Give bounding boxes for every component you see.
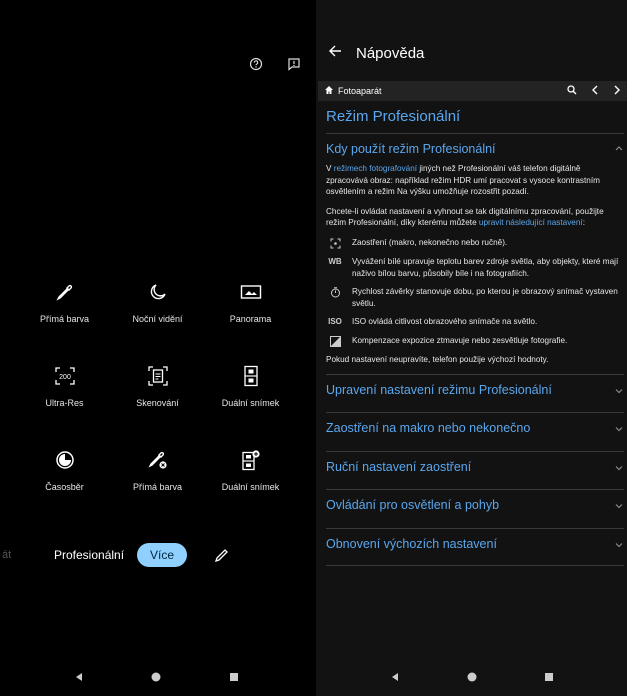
mode-ultra-res[interactable]: 200 Ultra-Res — [18, 362, 111, 426]
camera-panel: Přímá barva Noční vidění Panorama 200 Ul… — [0, 0, 313, 696]
help-article: Režim Profesionální Kdy použít režim Pro… — [326, 104, 624, 567]
edit-icon[interactable] — [214, 547, 232, 565]
mode-label: Ultra-Res — [45, 398, 84, 408]
accordion-osvetleni-pohyb[interactable]: Ovládání pro osvětlení a pohyb — [326, 489, 624, 528]
list-item: WB Vyvážení bílé upravuje teplotu barev … — [326, 256, 624, 279]
mode-label: Časosběr — [45, 482, 84, 492]
help-header: Nápověda — [328, 44, 424, 63]
camera-top-icons — [248, 56, 302, 72]
page-title: Nápověda — [356, 45, 425, 62]
accordion-rucni-zaostreni[interactable]: Ruční nastavení zaostření — [326, 450, 624, 490]
help-icon[interactable] — [248, 56, 264, 72]
wb-icon: WB — [328, 256, 342, 266]
chevron-down-icon — [614, 383, 624, 401]
mode-label: Přímá barva — [132, 482, 183, 492]
chevron-down-icon — [614, 537, 624, 555]
chevron-left-icon[interactable] — [591, 82, 599, 100]
article-heading: Režim Profesionální — [326, 104, 624, 134]
mode-prima-barva[interactable]: Přímá barva — [18, 278, 111, 342]
mode-nocni-videni[interactable]: Noční vidění — [111, 278, 204, 342]
mode-tab-vice[interactable]: Více — [137, 543, 187, 567]
section-title: Kdy použít režim Profesionální — [326, 142, 496, 156]
mode-label: Duální snímek — [221, 482, 280, 492]
mode-label: Panorama — [229, 314, 272, 324]
list-item: Rychlost závěrky stanovuje dobu, po kter… — [326, 286, 624, 309]
camera-mode-grid: Přímá barva Noční vidění Panorama 200 Ul… — [18, 278, 298, 510]
system-nav-bar — [316, 660, 627, 696]
paragraph-settings: Chcete-li ovládat nastavení a vyhnout se… — [326, 206, 604, 228]
home-nav-icon[interactable] — [467, 669, 477, 687]
link-upravit-nastaveni[interactable]: upravit následující nastavení — [479, 218, 583, 227]
mode-label: Přímá barva — [39, 314, 90, 324]
search-icon[interactable] — [567, 82, 577, 100]
dual-shot-icon — [237, 362, 265, 390]
mode-label: Duální snímek — [221, 398, 280, 408]
system-nav-bar — [0, 660, 313, 696]
mode-tab-previous[interactable]: át — [2, 549, 11, 561]
list-item: Zaostření (makro, nekonečno nebo ručně). — [326, 237, 624, 249]
document-scan-icon — [144, 362, 172, 390]
mode-tab-profesionalni[interactable]: Profesionální — [54, 548, 124, 562]
camera-mode-bar: át Profesionální Více — [0, 543, 313, 569]
mode-panorama[interactable]: Panorama — [204, 278, 297, 342]
paragraph-footer: Pokud nastavení neupravíte, telefon použ… — [326, 354, 549, 364]
accordion-zaostreni-makro[interactable]: Zaostření na makro nebo nekonečno — [326, 412, 624, 451]
mode-label: Skenování — [136, 398, 179, 408]
ultra-res-icon: 200 — [51, 362, 79, 390]
breadcrumb-label[interactable]: Fotoaparát — [338, 86, 567, 96]
recents-nav-icon[interactable] — [229, 669, 239, 687]
list-item: ISO ISO ovládá citlivost obrazového sním… — [326, 316, 624, 328]
chevron-up-icon — [614, 140, 624, 158]
breadcrumb: Fotoaparát — [318, 81, 627, 101]
back-nav-icon[interactable] — [390, 669, 400, 687]
help-panel: Nápověda Fotoaparát Režim Profesionální … — [316, 0, 627, 696]
home-icon[interactable] — [324, 82, 334, 100]
section-header-kdy-pouzit[interactable]: Kdy použít režim Profesionální — [326, 134, 624, 163]
svg-text:200: 200 — [59, 374, 71, 381]
dual-shot-add-icon — [237, 446, 265, 474]
focus-icon — [326, 237, 344, 249]
eyedropper-icon — [51, 278, 79, 306]
chevron-right-icon[interactable] — [613, 82, 621, 100]
feedback-icon[interactable] — [286, 56, 302, 72]
accordion-obnoveni-vychozich[interactable]: Obnovení výchozích nastavení — [326, 527, 624, 567]
accordion-upraveni-nastaveni[interactable]: Upravení nastavení režimu Profesionální — [326, 373, 624, 413]
settings-list: Zaostření (makro, nekonečno nebo ručně).… — [326, 237, 624, 347]
list-item: Kompenzace expozice ztmavuje nebo zesvět… — [326, 335, 624, 347]
panorama-icon — [237, 278, 265, 306]
shutter-speed-icon — [326, 286, 344, 309]
moon-icon — [144, 278, 172, 306]
mode-skenovani[interactable]: Skenování — [111, 362, 204, 426]
paragraph-intro: V režimech fotografování jiných než Prof… — [326, 164, 600, 197]
home-nav-icon[interactable] — [151, 669, 161, 687]
chevron-down-icon — [614, 498, 624, 516]
mode-dualni-snimek-2[interactable]: Duální snímek — [204, 446, 297, 510]
back-arrow-icon[interactable] — [328, 44, 342, 63]
exposure-icon — [326, 335, 344, 347]
recents-nav-icon[interactable] — [544, 669, 554, 687]
eyedropper-off-icon — [144, 446, 172, 474]
mode-dualni-snimek[interactable]: Duální snímek — [204, 362, 297, 426]
link-rezimy-fotografovani[interactable]: režimech fotografování — [334, 164, 417, 173]
mode-prima-barva-2[interactable]: Přímá barva — [111, 446, 204, 510]
mode-label: Noční vidění — [132, 314, 183, 324]
timelapse-icon — [51, 446, 79, 474]
mode-casosber[interactable]: Časosběr — [18, 446, 111, 510]
chevron-down-icon — [614, 421, 624, 439]
back-nav-icon[interactable] — [74, 669, 84, 687]
iso-icon: ISO — [328, 317, 342, 327]
chevron-down-icon — [614, 460, 624, 478]
